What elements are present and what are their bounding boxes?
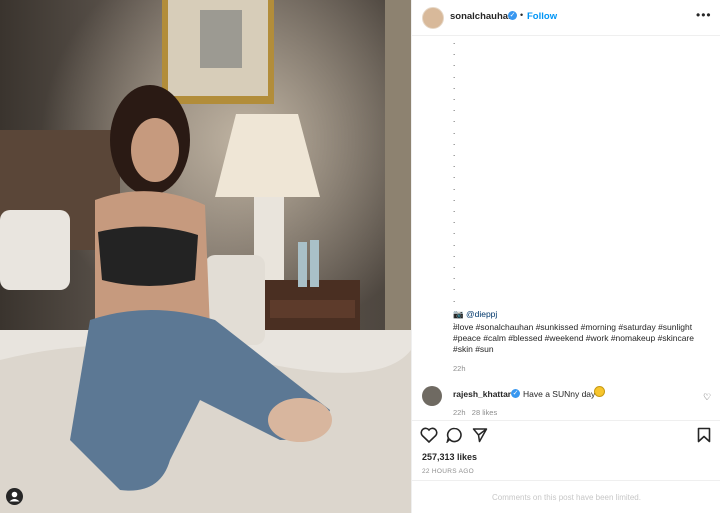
photo-credit-line: 📷 @dieppj xyxy=(453,309,708,320)
comment-time: 22h xyxy=(453,408,466,417)
caption-dot-line: . xyxy=(453,182,456,192)
credit-mention-link[interactable]: @dieppj xyxy=(466,309,497,319)
post-photo[interactable] xyxy=(0,0,411,513)
caption-dot-line: . xyxy=(453,261,456,271)
caption-dot-line: . xyxy=(453,272,456,282)
hashtags-line-1[interactable]: #love #sonalchauhan #sunkissed #morning … xyxy=(453,322,708,333)
bookmark-save-icon[interactable] xyxy=(697,427,711,448)
caption-dot-line: . xyxy=(453,59,456,69)
verified-badge-icon: ✓ xyxy=(511,389,520,398)
caption-time: 22h xyxy=(453,364,466,373)
avatar[interactable] xyxy=(422,7,444,29)
comments-scroll-area[interactable]: .......................... 📷 @dieppj #lo… xyxy=(412,36,720,420)
caption-dot-line: . xyxy=(453,283,456,293)
comment-likes[interactable]: 28 likes xyxy=(472,408,497,417)
caption-dot-line: . xyxy=(453,126,456,136)
comments-limited-notice: Comments on this post have been limited. xyxy=(412,480,720,513)
caption-dot-line: . xyxy=(453,81,456,91)
likes-count[interactable]: 257,313 likes xyxy=(422,452,477,462)
follow-button[interactable]: Follow xyxy=(527,11,557,22)
caption-dot-line: . xyxy=(453,115,456,125)
separator-dot: • xyxy=(520,10,524,20)
caption-dot-line: . xyxy=(453,137,456,147)
caption-dot-lines: .......................... xyxy=(453,36,455,327)
caption-dot-line: . xyxy=(453,93,456,103)
caption-dot-line: . xyxy=(453,70,456,80)
share-send-icon[interactable] xyxy=(472,427,488,448)
caption-dot-line: . xyxy=(453,48,456,58)
caption-dot-line: . xyxy=(453,238,456,248)
tagged-users-icon[interactable] xyxy=(6,488,23,505)
hashtags-line-2[interactable]: #peace #calm #blessed #weekend #work #no… xyxy=(453,333,708,344)
comment-username-link[interactable]: rajesh_khattar xyxy=(453,389,511,399)
post-header: sonalchauhan ✓ • Follow ••• xyxy=(412,0,720,36)
comment-like-heart-icon[interactable]: ♡ xyxy=(703,392,711,403)
caption-dot-line: . xyxy=(453,193,456,203)
caption-dot-line: . xyxy=(453,216,456,226)
person-icon xyxy=(9,491,20,502)
caption-dot-line: . xyxy=(453,205,456,215)
caption-dot-line: . xyxy=(453,149,456,159)
caption-dot-line: . xyxy=(453,171,456,181)
caption-dot-line: . xyxy=(453,227,456,237)
more-options-icon[interactable]: ••• xyxy=(696,8,712,22)
post-timestamp[interactable]: 22 HOURS AGO xyxy=(422,468,474,475)
caption-dot-line: . xyxy=(453,160,456,170)
caption-dot-line: . xyxy=(453,104,456,114)
comment-text: Have a SUNny day xyxy=(523,389,596,399)
caption-dot-line: . xyxy=(453,249,456,259)
caption-dot-line: . xyxy=(453,294,456,304)
comment-bubble-icon[interactable] xyxy=(445,427,463,448)
hashtags-line-3[interactable]: #skin #sun xyxy=(453,344,708,355)
post-side-panel: sonalchauhan ✓ • Follow ••• ............… xyxy=(411,0,720,513)
verified-badge-icon: ✓ xyxy=(508,11,517,20)
smiley-emoji-icon xyxy=(594,386,605,397)
comment-meta: 22h 28 likes xyxy=(453,408,497,417)
action-bar xyxy=(412,420,720,448)
caption-dot-line: . xyxy=(453,37,456,46)
post-image xyxy=(0,0,411,513)
commenter-avatar[interactable] xyxy=(422,386,442,406)
like-heart-icon[interactable] xyxy=(420,427,438,448)
username-link[interactable]: sonalchauhan xyxy=(450,11,514,22)
camera-icon: 📷 xyxy=(453,309,464,319)
